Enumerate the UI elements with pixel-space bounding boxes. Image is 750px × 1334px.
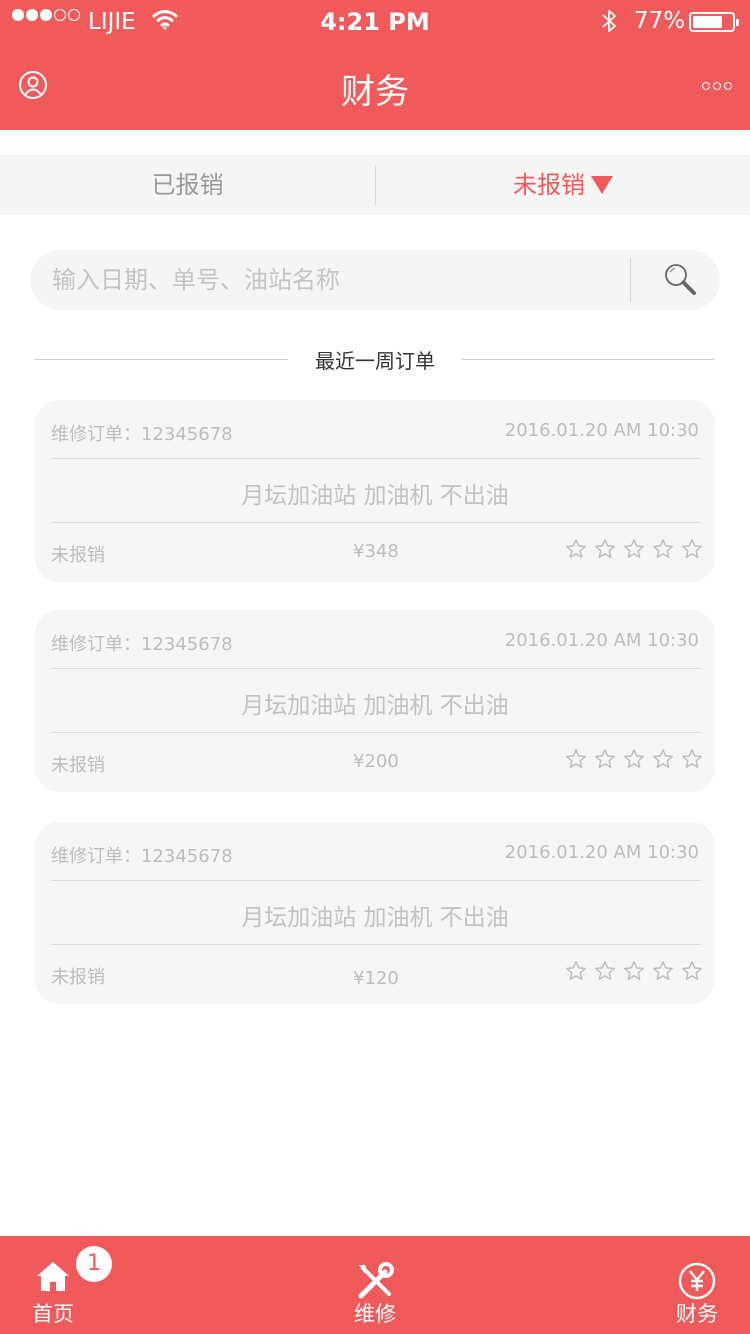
order-card[interactable]: 维修订单：12345678 2016.01.20 AM 10:30 月坛加油站 … (35, 610, 715, 792)
notification-badge: 1 (76, 1246, 112, 1282)
order-number: 维修订单：12345678 (51, 846, 233, 867)
order-status: 未报销 (51, 545, 105, 566)
tabbar-label-finance: 财务 (676, 1302, 718, 1326)
magnifier-icon (665, 264, 696, 295)
star-icon[interactable] (652, 538, 674, 564)
tabbar-item-finance[interactable]: 财务 (644, 1236, 750, 1334)
status-bar: LIJIE 4:21 PM 77% (0, 0, 750, 44)
star-icon[interactable] (623, 960, 645, 986)
tabbar-label-repair: 维修 (354, 1302, 396, 1326)
star-icon[interactable] (681, 748, 703, 774)
tabbar-item-repair[interactable]: 维修 (322, 1236, 428, 1334)
order-description: 月坛加油站 加油机 不出油 (241, 693, 509, 719)
bottom-tab-bar: 首页 1 维修 财务 (0, 1236, 750, 1334)
page-title: 财务 (341, 72, 409, 112)
star-icon[interactable] (623, 748, 645, 774)
card-divider (51, 944, 701, 945)
star-icon[interactable] (681, 538, 703, 564)
card-divider (51, 522, 701, 523)
star-icon[interactable] (652, 748, 674, 774)
tab-not-reimbursed-label: 未报销 (513, 171, 585, 199)
order-price: ¥200 (353, 751, 399, 772)
battery-percentage: 77% (634, 8, 686, 34)
order-datetime: 2016.01.20 AM 10:30 (504, 630, 699, 651)
star-icon[interactable] (594, 748, 616, 774)
tab-reimbursed-label: 已报销 (151, 171, 224, 199)
order-status: 未报销 (51, 967, 105, 988)
section-title: 最近一周订单 (301, 349, 449, 373)
caret-down-icon (591, 176, 613, 194)
star-icon[interactable] (623, 538, 645, 564)
star-icon[interactable] (565, 748, 587, 774)
search-bar (30, 250, 720, 310)
order-status: 未报销 (51, 755, 105, 776)
order-datetime: 2016.01.20 AM 10:30 (504, 420, 699, 441)
home-icon (35, 1260, 71, 1296)
tabbar-label-home: 首页 (32, 1302, 74, 1326)
reimburse-tabs: 已报销 未报销 (0, 155, 750, 215)
battery-level-fill (693, 16, 722, 28)
star-icon[interactable] (565, 538, 587, 564)
star-icon[interactable] (594, 538, 616, 564)
tab-not-reimbursed[interactable]: 未报销 (376, 155, 750, 215)
star-icon[interactable] (681, 960, 703, 986)
bluetooth-icon (600, 8, 618, 40)
order-description: 月坛加油站 加油机 不出油 (241, 905, 509, 931)
search-input[interactable] (52, 250, 622, 310)
more-icon[interactable] (702, 82, 732, 90)
order-description: 月坛加油站 加油机 不出油 (241, 483, 509, 509)
card-divider (51, 880, 701, 881)
tabbar-item-home[interactable]: 首页 1 (0, 1236, 112, 1334)
star-icon[interactable] (594, 960, 616, 986)
star-icon[interactable] (565, 960, 587, 986)
rating-stars[interactable] (565, 538, 703, 564)
star-icon[interactable] (652, 960, 674, 986)
order-number: 维修订单：12345678 (51, 424, 233, 445)
order-card[interactable]: 维修订单：12345678 2016.01.20 AM 10:30 月坛加油站 … (35, 400, 715, 582)
card-divider (51, 458, 701, 459)
rating-stars[interactable] (565, 748, 703, 774)
section-header: 最近一周订单 (35, 345, 715, 373)
card-divider (51, 668, 701, 669)
rating-stars[interactable] (565, 960, 703, 986)
search-button[interactable] (642, 250, 720, 310)
tab-reimbursed[interactable]: 已报销 (0, 155, 375, 215)
order-price: ¥120 (353, 968, 399, 989)
order-price: ¥348 (353, 541, 399, 562)
battery-icon (689, 12, 739, 32)
top-header: LIJIE 4:21 PM 77% 财务 (0, 0, 750, 130)
order-number: 维修订单：12345678 (51, 634, 233, 655)
search-divider (630, 258, 631, 302)
order-card[interactable]: 维修订单：12345678 2016.01.20 AM 10:30 月坛加油站 … (35, 822, 715, 1004)
card-divider (51, 732, 701, 733)
order-datetime: 2016.01.20 AM 10:30 (504, 842, 699, 863)
